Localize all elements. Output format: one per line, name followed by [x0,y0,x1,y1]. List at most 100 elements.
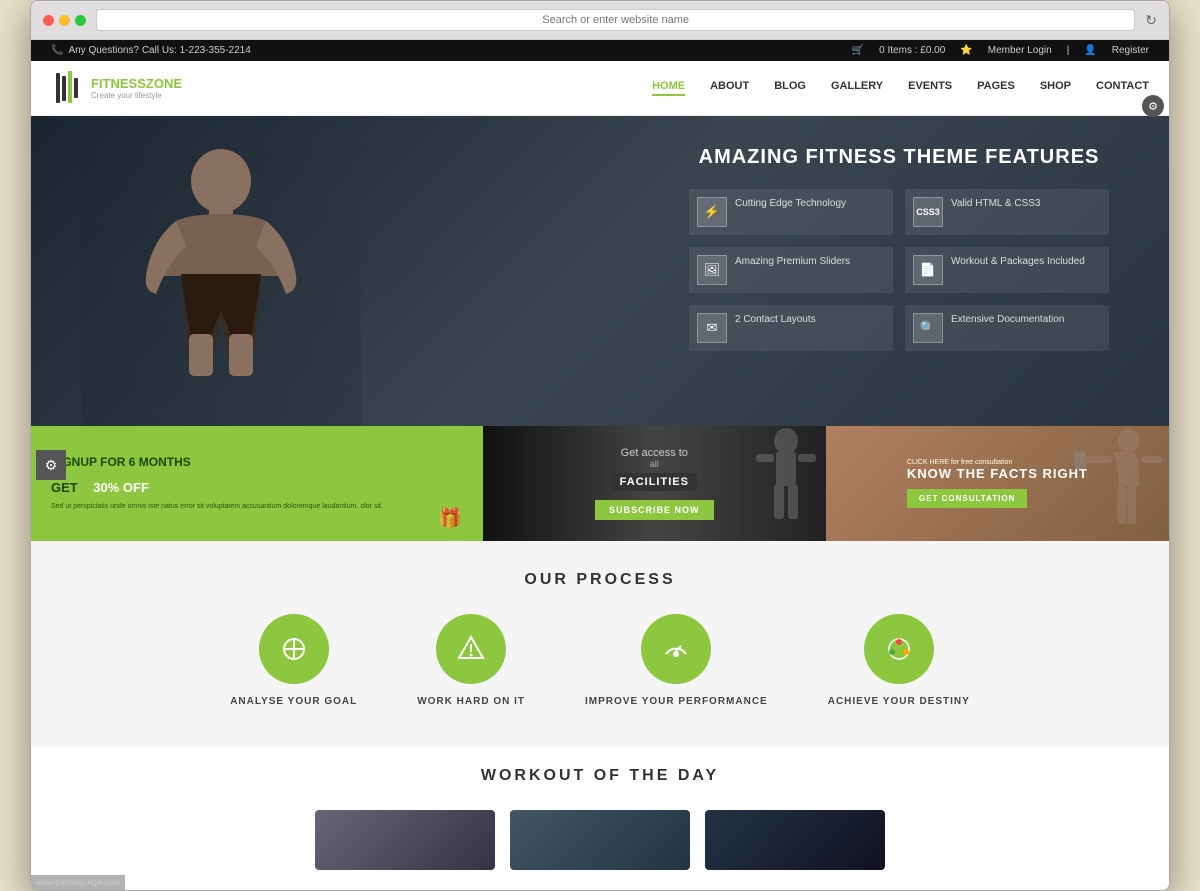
search-doc-icon: 🔍 [913,313,943,343]
feature-text-4: Workout & Packages Included [951,255,1085,269]
watermark: www.themesjungle.com [31,875,125,890]
left-settings-button[interactable]: ⚙ [36,450,66,480]
process-label-2: WORK HARD ON IT [417,696,525,707]
reload-button[interactable]: ↻ [1145,12,1157,29]
logo-fitness: FITNESS [91,76,146,91]
consult-button[interactable]: GET CONSULTATION [907,489,1027,508]
close-button[interactable] [43,15,54,26]
nav-links: HOME ABOUT BLOG GALLERY EVENTS PAGES SHO… [652,80,1149,96]
promo-all-text: all [595,459,714,469]
click-here-text: CLICK HERE for free consultation [907,459,1088,466]
css-icon: CSS3 [913,197,943,227]
workout-title: WORKOUT OF THE DAY [51,767,1149,785]
feature-cutting-edge: ⚡ Cutting Edge Technology [689,189,893,235]
feature-contact: ✉ 2 Contact Layouts [689,305,893,351]
top-bar-left: 📞 Any Questions? Call Us: 1-223-355-2214 [51,45,251,56]
promo-body-text: Sed ut perspiciatis unde omnis iste natu… [51,502,463,512]
promo-middle: Get access to all FACILITIES SUBSCRIBE N… [483,426,826,541]
website-content: 📞 Any Questions? Call Us: 1-223-355-2214… [31,40,1169,890]
process-item-2: WORK HARD ON IT [417,614,525,707]
feature-text-6: Extensive Documentation [951,313,1064,327]
image-icon: 🖼 [697,255,727,285]
phone-icon: 📞 [51,45,63,56]
mail-icon: ✉ [697,313,727,343]
phone-text: Any Questions? Call Us: 1-223-355-2214 [68,45,250,56]
address-bar-text: Search or enter website name [542,14,689,26]
nav-contact[interactable]: CONTACT [1096,80,1149,96]
process-grid: ANALYSE YOUR GOAL WORK HARD ON IT IMPROV… [51,614,1149,707]
process-title: OUR PROCESS [51,571,1149,589]
process-item-4: ACHIEVE YOUR DESTINY [828,614,970,707]
workout-card-2 [510,810,690,870]
maximize-button[interactable] [75,15,86,26]
workout-card-1 [315,810,495,870]
address-bar[interactable]: Search or enter website name [96,9,1135,31]
process-icon-2 [436,614,506,684]
gift-icon: 🎁 [438,506,463,531]
promo-title: SIGNUP FOR 6 MONTHS [51,455,463,469]
member-login-link[interactable]: Member Login [988,45,1052,56]
promo-discount: GET 30% OFF [51,469,463,497]
feature-html-css: CSS3 Valid HTML & CSS3 [905,189,1109,235]
nav-pages[interactable]: PAGES [977,80,1015,96]
feature-text-5: 2 Contact Layouts [735,313,816,327]
promo-figure [746,426,826,541]
register-icon: 👤 [1084,45,1096,56]
browser-chrome: Search or enter website name ↻ [31,1,1169,40]
logo-zone: ZONE [146,76,182,91]
process-item-1: ANALYSE YOUR GOAL [230,614,357,707]
promo-left: SIGNUP FOR 6 MONTHS GET 30% OFF Sed ut p… [31,426,483,541]
main-nav: FITNESSZONE Create your lifestyle HOME A… [31,61,1169,116]
logo-subtitle: Create your lifestyle [91,91,182,100]
feature-docs: 🔍 Extensive Documentation [905,305,1109,351]
nav-home[interactable]: HOME [652,80,685,96]
promo-right-content: CLICK HERE for free consultation KNOW TH… [897,449,1098,519]
know-facts-headline: KNOW THE FACTS RIGHT [907,466,1088,482]
register-link[interactable]: Register [1112,45,1149,56]
feature-text-1: Cutting Edge Technology [735,197,846,211]
bodybuilder-svg [121,126,321,426]
hero-section: AMAZING FITNESS THEME FEATURES ⚡ Cutting… [31,116,1169,426]
minimize-button[interactable] [59,15,70,26]
workout-grid [51,810,1149,870]
cart-icon: 🛒 [852,45,864,56]
logo-icon [51,66,86,111]
nav-shop[interactable]: SHOP [1040,80,1071,96]
features-grid: ⚡ Cutting Edge Technology CSS3 Valid HTM… [689,189,1109,351]
traffic-lights [43,15,86,26]
nav-blog[interactable]: BLOG [774,80,806,96]
promo-amount: 30% OFF [93,480,149,495]
process-label-3: IMPROVE YOUR PERFORMANCE [585,696,768,707]
workout-card-3 [705,810,885,870]
nav-about[interactable]: ABOUT [710,80,749,96]
hero-content: AMAZING FITNESS THEME FEATURES ⚡ Cutting… [689,146,1109,351]
process-label-4: ACHIEVE YOUR DESTINY [828,696,970,707]
top-bar: 📞 Any Questions? Call Us: 1-223-355-2214… [31,40,1169,61]
promo-get: GET [51,480,78,495]
subscribe-button[interactable]: SUBSCRIBE NOW [595,500,714,520]
promo-middle-content: Get access to all FACILITIES SUBSCRIBE N… [595,447,714,520]
cart-text: 0 Items : £0.00 [879,45,945,56]
separator: | [1067,45,1070,56]
member-icon: ⭐ [960,45,972,56]
hero-figure [81,116,361,426]
promo-right: CLICK HERE for free consultation KNOW TH… [826,426,1169,541]
facilities-badge: FACILITIES [612,473,697,491]
logo-text: FITNESSZONE Create your lifestyle [91,76,182,100]
top-bar-right: 🛒 0 Items : £0.00 ⭐ Member Login | 👤 Reg… [852,45,1149,56]
promo-section: SIGNUP FOR 6 MONTHS GET 30% OFF Sed ut p… [31,426,1169,541]
feature-text-3: Amazing Premium Sliders [735,255,850,269]
process-item-3: IMPROVE YOUR PERFORMANCE [585,614,768,707]
process-icon-3 [641,614,711,684]
nav-events[interactable]: EVENTS [908,80,952,96]
process-section: OUR PROCESS ANALYSE YOUR GOAL WORK HARD … [31,541,1169,747]
workout-section: WORKOUT OF THE DAY [31,747,1169,890]
lightning-icon: ⚡ [697,197,727,227]
hero-title: AMAZING FITNESS THEME FEATURES [689,146,1109,169]
promo-access-text: Get access to [595,447,714,459]
process-icon-4 [864,614,934,684]
right-settings-button[interactable]: ⚙ [1142,95,1164,117]
doc-icon: 📄 [913,255,943,285]
process-icon-1 [259,614,329,684]
nav-gallery[interactable]: GALLERY [831,80,883,96]
